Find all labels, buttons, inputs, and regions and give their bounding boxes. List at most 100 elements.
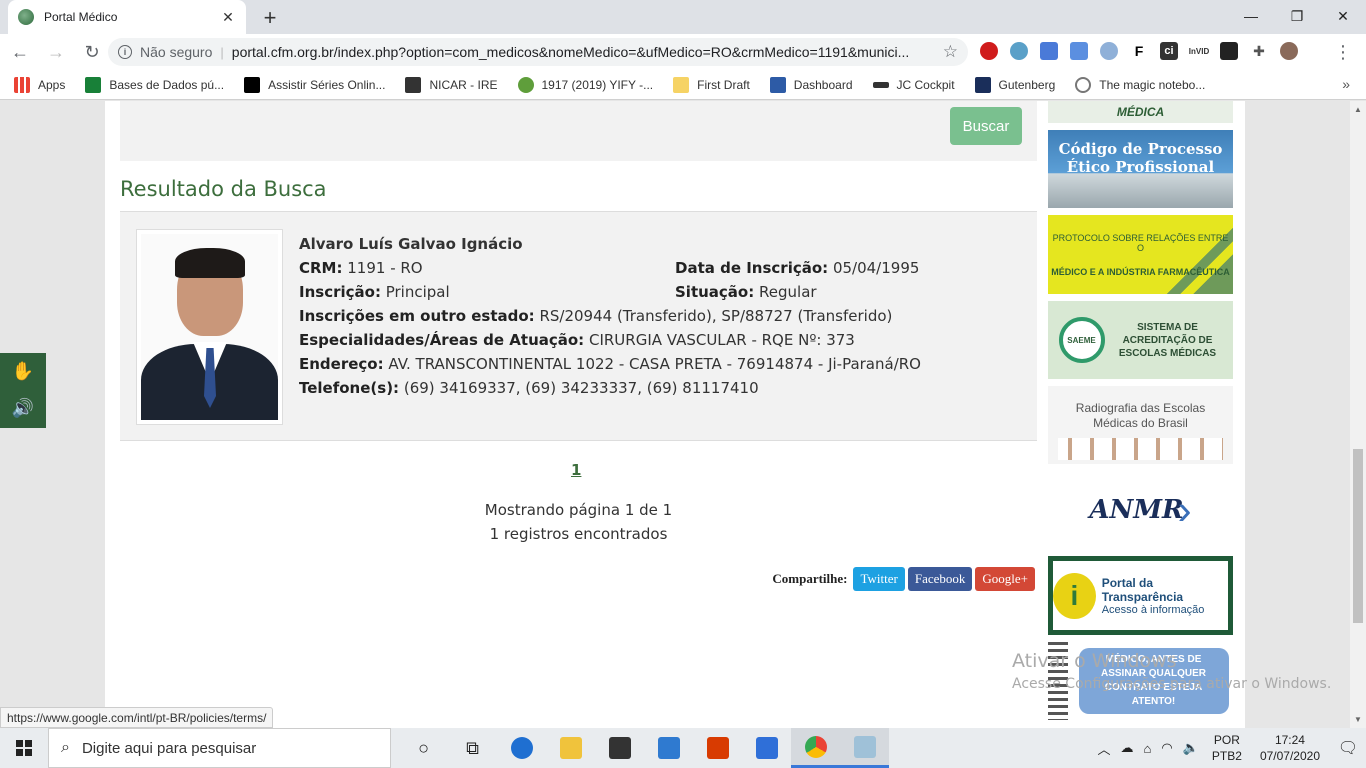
- taskbar-search-placeholder: Digite aqui para pesquisar: [81, 739, 257, 757]
- banner-saeme[interactable]: SAEME SISTEMA DE ACREDITAÇÃO DE ESCOLAS …: [1048, 301, 1233, 379]
- telefone-label: Telefone(s):: [299, 379, 400, 397]
- restore-button[interactable]: ❐: [1274, 0, 1320, 32]
- notes-app-icon[interactable]: [840, 728, 889, 768]
- bookmark-label: JC Cockpit: [896, 77, 955, 92]
- bookmarks-overflow-icon[interactable]: »: [1342, 76, 1350, 92]
- notifications-icon[interactable]: 🗨: [1330, 738, 1366, 758]
- windows-taskbar: ⌕ Digite aqui para pesquisar ○ ⧉ ︿ ☁ ⌂ ◠…: [0, 728, 1366, 768]
- store-icon[interactable]: [595, 728, 644, 768]
- bookmark-bases-de-dados[interactable]: Bases de Dados pú...: [85, 76, 224, 93]
- bookmark-nicar[interactable]: NICAR - IRE: [405, 76, 498, 93]
- edge-icon[interactable]: [497, 728, 546, 768]
- back-button[interactable]: ←: [4, 36, 36, 68]
- share-bar: Compartilhe: Twitter Facebook Google+: [772, 567, 1035, 591]
- taskbar-search-box[interactable]: ⌕ Digite aqui para pesquisar: [48, 728, 391, 768]
- buscar-button[interactable]: Buscar: [950, 107, 1022, 145]
- puzzle-extension-icon[interactable]: [1040, 42, 1058, 60]
- reload-button[interactable]: ↻: [76, 36, 108, 68]
- scroll-up-icon[interactable]: ▲: [1354, 105, 1362, 114]
- tab-portal-medico[interactable]: Portal Médico ✕: [8, 0, 246, 34]
- opera-extension-icon[interactable]: [980, 42, 998, 60]
- page-scrollbar[interactable]: ▲ ▼: [1350, 101, 1366, 728]
- tab-close-icon[interactable]: ✕: [220, 9, 236, 26]
- extensions-area: F ci InVID ✚: [980, 42, 1298, 60]
- info-icon[interactable]: i: [118, 45, 132, 59]
- pagination-page-1-link[interactable]: 1: [571, 461, 581, 479]
- sf-icon: [244, 76, 261, 93]
- audio-speaker-icon[interactable]: 🔊: [0, 390, 46, 427]
- apps-grid-icon: [14, 76, 30, 93]
- share-google-button[interactable]: Google+: [975, 567, 1035, 591]
- yify-icon: [517, 76, 534, 93]
- bookmark-apps[interactable]: Apps: [14, 76, 65, 93]
- share-label: Compartilhe:: [772, 571, 848, 586]
- task-view-icon[interactable]: ⧉: [448, 728, 497, 768]
- crm-value: 1191 - RO: [347, 259, 423, 277]
- scroll-down-icon[interactable]: ▼: [1354, 715, 1362, 724]
- share-facebook-button[interactable]: Facebook: [907, 567, 973, 591]
- translate-extension-icon[interactable]: [1070, 42, 1088, 60]
- network-extension-icon[interactable]: [1010, 42, 1028, 60]
- sign-language-icon[interactable]: ✋: [0, 353, 46, 390]
- bookmark-label: NICAR - IRE: [429, 77, 498, 92]
- banner-anmr[interactable]: ANMR ›: [1048, 471, 1233, 549]
- file-explorer-icon[interactable]: [546, 728, 595, 768]
- bookmark-gutenberg[interactable]: Gutenberg: [974, 76, 1055, 93]
- onedrive-icon[interactable]: ☁: [1121, 740, 1134, 756]
- profile-avatar[interactable]: [1280, 42, 1298, 60]
- f-extension-icon[interactable]: F: [1130, 42, 1148, 60]
- plus-icon: [85, 76, 102, 93]
- scrollbar-thumb[interactable]: [1353, 449, 1363, 623]
- bookmark-dashboard[interactable]: Dashboard: [769, 76, 853, 93]
- outros-estados-label: Inscrições em outro estado:: [299, 307, 535, 325]
- banner-text: Acesso à informação: [1101, 603, 1205, 616]
- minimize-button[interactable]: —: [1228, 0, 1274, 32]
- wifi-icon[interactable]: ◠: [1161, 740, 1172, 756]
- bookmark-assistir-series[interactable]: Assistir Séries Onlin...: [244, 76, 385, 93]
- share-twitter-button[interactable]: Twitter: [853, 567, 905, 591]
- bookmark-star-icon[interactable]: ☆: [943, 42, 958, 62]
- address-bar[interactable]: i Não seguro | portal.cfm.org.br/index.p…: [108, 38, 968, 66]
- bookmark-label: 1917 (2019) YIFY -...: [541, 77, 654, 92]
- system-tray: ︿ ☁ ⌂ ◠ 🔈 POR PTB2 17:24 07/07/2020 🗨: [1093, 728, 1366, 768]
- mail-icon[interactable]: [644, 728, 693, 768]
- close-window-button[interactable]: ✕: [1320, 0, 1366, 32]
- clock-time: 17:24: [1274, 733, 1305, 747]
- whiteboard-icon[interactable]: [742, 728, 791, 768]
- tray-chevron-icon[interactable]: ︿: [1098, 739, 1111, 758]
- chrome-icon[interactable]: [791, 728, 840, 768]
- lang-primary: POR: [1213, 733, 1240, 747]
- bookmark-jc-cockpit[interactable]: JC Cockpit: [872, 77, 955, 92]
- bookmark-label: Dashboard: [793, 77, 853, 92]
- omnibox-separator: |: [220, 44, 224, 60]
- banner-portal-transparencia[interactable]: i Portal da Transparência Acesso à infor…: [1048, 556, 1233, 635]
- page-content: Buscar Resultado da Busca Alvaro Luís Ga…: [105, 101, 1245, 728]
- system-clock[interactable]: 17:24 07/07/2020: [1260, 732, 1320, 764]
- browser-menu-icon[interactable]: ⋮: [1334, 42, 1352, 63]
- url-text[interactable]: portal.cfm.org.br/index.php?option=com_m…: [232, 44, 943, 60]
- banner-etica-medica[interactable]: MÉDICA: [1048, 101, 1233, 123]
- network-icon[interactable]: ⌂: [1144, 741, 1152, 756]
- banner-radiografia[interactable]: Radiografia das Escolas Médicas do Brasi…: [1048, 386, 1233, 464]
- banner-text: MÉDICO E A INDÚSTRIA FARMACÊUTICA: [1051, 266, 1230, 277]
- cortana-icon[interactable]: ○: [399, 728, 448, 768]
- banner-text: MÉDICA: [1116, 105, 1165, 119]
- banner-protocolo[interactable]: PROTOCOLO SOBRE RELAÇÕES ENTRE O MÉDICO …: [1048, 215, 1233, 294]
- office-icon[interactable]: [693, 728, 742, 768]
- invid-extension-icon[interactable]: InVID: [1189, 42, 1209, 60]
- volume-icon[interactable]: 🔈: [1183, 740, 1199, 756]
- extensions-puzzle-icon[interactable]: ✚: [1250, 42, 1268, 60]
- new-tab-button[interactable]: +: [258, 5, 282, 31]
- banner-text: PROTOCOLO SOBRE RELAÇÕES ENTRE O: [1052, 232, 1229, 253]
- banner-codigo-processo[interactable]: Código de Processo Ético Profissional: [1048, 130, 1233, 208]
- clock-date: 07/07/2020: [1259, 749, 1320, 763]
- disc-extension-icon[interactable]: [1100, 42, 1118, 60]
- forward-button[interactable]: →: [40, 36, 72, 68]
- bookmark-magic-notebook[interactable]: The magic notebo...: [1075, 76, 1205, 93]
- input-language[interactable]: POR PTB2: [1212, 732, 1242, 764]
- start-button[interactable]: [0, 728, 48, 768]
- calendar-extension-icon[interactable]: [1220, 42, 1238, 60]
- ci-extension-icon[interactable]: ci: [1160, 42, 1178, 60]
- bookmark-1917[interactable]: 1917 (2019) YIFY -...: [517, 76, 654, 93]
- bookmark-first-draft[interactable]: First Draft: [673, 76, 750, 93]
